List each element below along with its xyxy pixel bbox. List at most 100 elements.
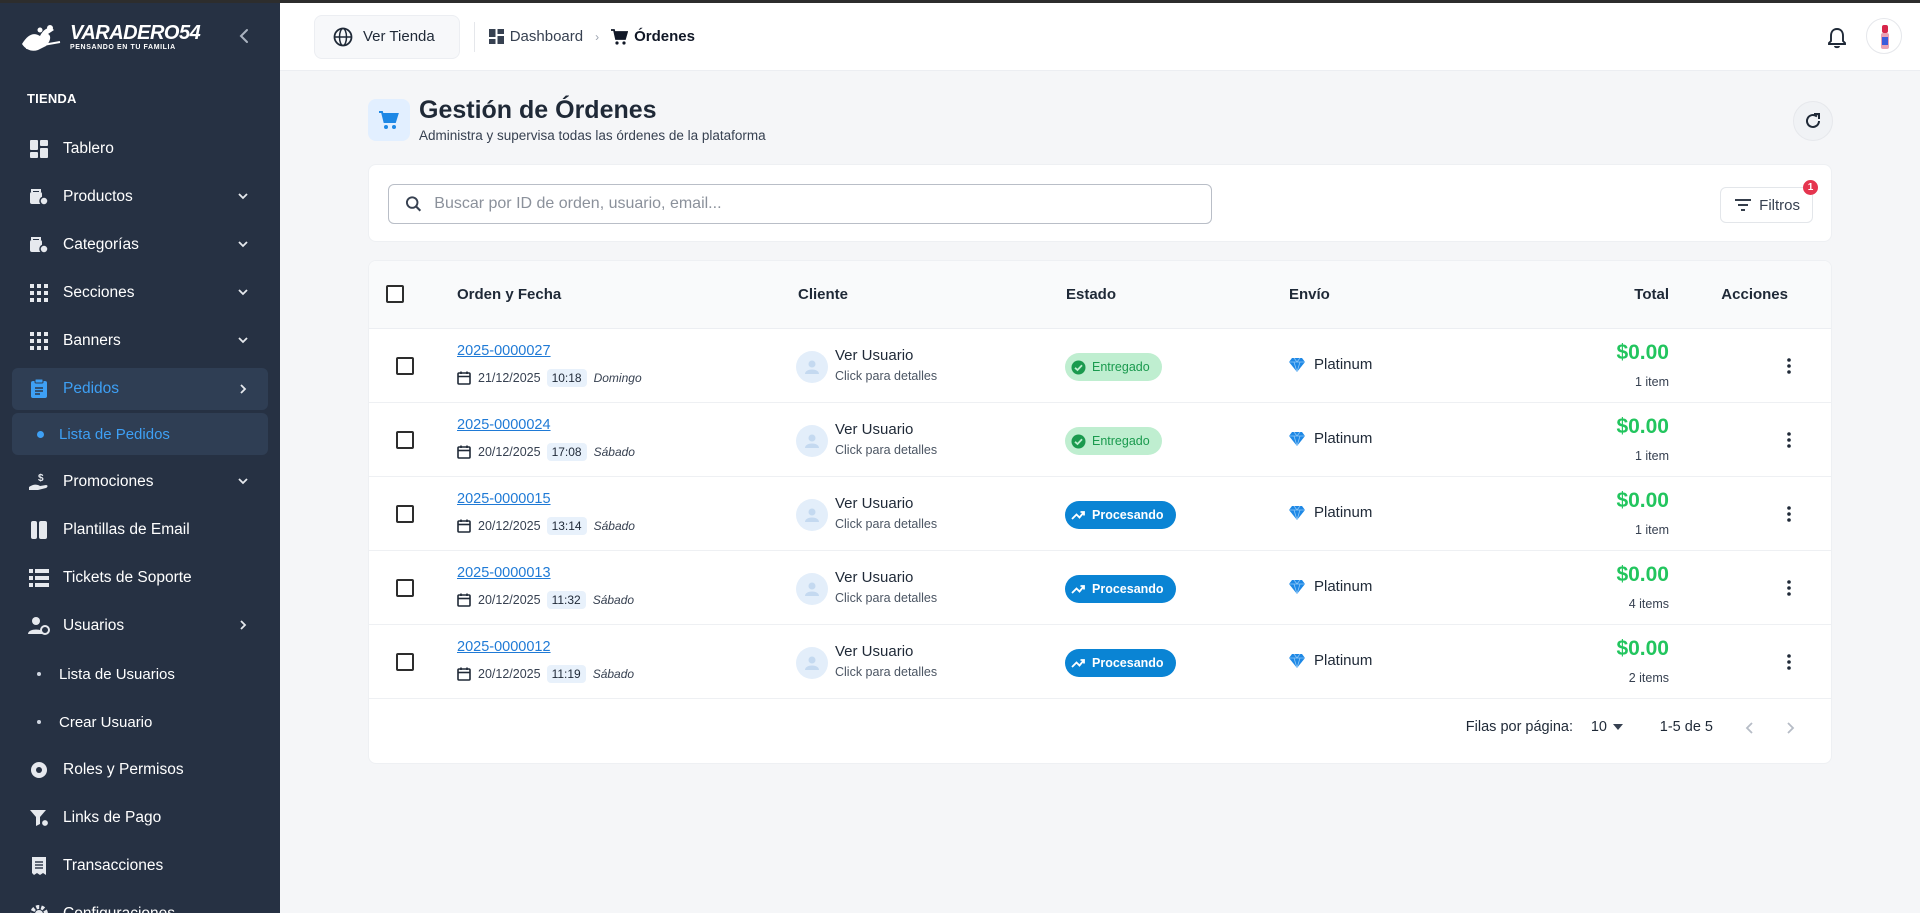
client-avatar xyxy=(796,647,828,679)
row-checkbox[interactable] xyxy=(396,505,414,523)
client-avatar xyxy=(796,573,828,605)
sidebar-item-tablero[interactable]: Tablero xyxy=(0,125,280,173)
trending-up-icon xyxy=(1071,658,1085,668)
order-total: $0.00 xyxy=(1616,341,1669,364)
cart-icon xyxy=(611,28,629,45)
column-header-envio[interactable]: Envío xyxy=(1289,286,1330,303)
order-items-count: 1 item xyxy=(1634,449,1669,463)
filters-button[interactable]: Filtros 1 xyxy=(1720,180,1818,223)
row-actions-button[interactable] xyxy=(1779,430,1799,450)
user-avatar[interactable] xyxy=(1866,18,1902,54)
sidebar-item-secciones[interactable]: Secciones xyxy=(0,269,280,317)
sidebar-item-roles-y-permisos[interactable]: Roles y Permisos xyxy=(0,746,280,794)
sidebar-item-pedidos[interactable]: Pedidos xyxy=(12,368,268,410)
status-badge: Procesando xyxy=(1065,575,1176,603)
order-items-count: 1 item xyxy=(1634,375,1669,389)
order-id-link[interactable]: 2025-0000015 xyxy=(457,491,551,507)
sidebar-item-plantillas-de-email[interactable]: Plantillas de Email xyxy=(0,506,280,554)
sidebar-item-label: Transacciones xyxy=(63,857,164,874)
row-actions-button[interactable] xyxy=(1779,356,1799,376)
row-actions-button[interactable] xyxy=(1779,652,1799,672)
select-all-checkbox[interactable] xyxy=(386,285,404,303)
bullet-icon xyxy=(37,430,44,438)
sidebar-item-label: Categorías xyxy=(63,236,139,253)
sidebar-item-transacciones[interactable]: Transacciones xyxy=(0,842,280,890)
breadcrumb-separator-icon: › xyxy=(595,29,600,44)
row-checkbox[interactable] xyxy=(396,653,414,671)
column-header-estado[interactable]: Estado xyxy=(1066,286,1116,303)
sidebar-item-categorias[interactable]: Categorías xyxy=(0,221,280,269)
order-id-link[interactable]: 2025-0000013 xyxy=(457,565,551,581)
order-items-count: 4 items xyxy=(1628,597,1669,611)
client-hint: Click para detalles xyxy=(835,443,938,457)
sidebar-item-links-de-pago[interactable]: Links de Pago xyxy=(0,794,280,842)
bullet-icon xyxy=(37,720,41,724)
grid-icon xyxy=(28,330,50,352)
sidebar-item-banners[interactable]: Banners xyxy=(0,317,280,365)
search-input[interactable] xyxy=(422,195,1211,213)
table-row[interactable]: 2025-0000024 20/12/2025 17:08 Sábado Ver… xyxy=(369,403,1831,477)
table-row[interactable]: 2025-0000013 20/12/2025 11:32 Sábado Ver… xyxy=(369,551,1831,625)
row-actions-button[interactable] xyxy=(1779,578,1799,598)
ver-tienda-button[interactable]: Ver Tienda xyxy=(314,14,460,59)
bell-icon[interactable] xyxy=(1826,27,1848,49)
sidebar-subitem-lista-de-pedidos[interactable]: Lista de Pedidos xyxy=(12,413,268,455)
client-name-link[interactable]: Ver Usuario xyxy=(835,495,913,512)
client-hint: Click para detalles xyxy=(835,517,938,531)
diamond-icon xyxy=(1289,505,1305,520)
list-icon xyxy=(28,567,50,589)
user-icon xyxy=(805,434,819,448)
table-row[interactable]: 2025-0000012 20/12/2025 11:19 Sábado Ver… xyxy=(369,625,1831,699)
chevron-right-icon xyxy=(240,384,247,394)
sidebar-item-productos[interactable]: Productos xyxy=(0,173,280,221)
sidebar-subitem-crear-usuario[interactable]: Crear Usuario xyxy=(0,698,280,746)
chevron-left-icon[interactable] xyxy=(236,27,254,45)
status-label: Entregado xyxy=(1092,434,1150,448)
status-badge: Entregado xyxy=(1065,427,1162,455)
client-hint: Click para detalles xyxy=(835,369,938,383)
client-hint: Click para detalles xyxy=(835,591,938,605)
client-name-link[interactable]: Ver Usuario xyxy=(835,347,913,364)
client-name-link[interactable]: Ver Usuario xyxy=(835,421,913,438)
chevron-right-icon xyxy=(240,620,247,630)
sidebar-item-configuraciones[interactable]: Configuraciones xyxy=(0,890,280,913)
order-date-text: 21/12/2025 xyxy=(478,371,541,385)
refresh-button[interactable] xyxy=(1793,101,1833,141)
column-header-cliente[interactable]: Cliente xyxy=(798,286,848,303)
sidebar-subitem-lista-de-usuarios[interactable]: Lista de Usuarios xyxy=(0,650,280,698)
table-row[interactable]: 2025-0000015 20/12/2025 13:14 Sábado Ver… xyxy=(369,477,1831,551)
shipping-cell: Platinum xyxy=(1289,578,1372,595)
products-icon xyxy=(28,186,50,208)
shipping-label: Platinum xyxy=(1314,504,1373,521)
sidebar-item-label: Roles y Permisos xyxy=(63,761,184,778)
table-row[interactable]: 2025-0000027 21/12/2025 10:18 Domingo Ve… xyxy=(369,329,1831,403)
sidebar-item-label: Tickets de Soporte xyxy=(63,569,192,586)
order-id-link[interactable]: 2025-0000027 xyxy=(457,343,551,359)
brand-logo[interactable]: VARADERO54 PENSANDO EN TU FAMILIA xyxy=(20,20,201,54)
row-checkbox[interactable] xyxy=(396,357,414,375)
chevron-left-icon[interactable] xyxy=(1741,719,1759,737)
row-actions-button[interactable] xyxy=(1779,504,1799,524)
sidebar-item-label: Configuraciones xyxy=(63,905,175,913)
sidebar-item-usuarios[interactable]: Usuarios xyxy=(0,602,280,650)
client-name-link[interactable]: Ver Usuario xyxy=(835,643,913,660)
sidebar-item-promociones[interactable]: $ Promociones xyxy=(0,458,280,506)
chevron-right-icon[interactable] xyxy=(1781,719,1799,737)
column-header-total[interactable]: Total xyxy=(1634,286,1669,303)
sidebar-item-label: Banners xyxy=(63,332,121,349)
sidebar-item-label: Secciones xyxy=(63,284,135,301)
breadcrumb-dashboard[interactable]: Dashboard xyxy=(488,28,583,45)
sidebar-item-label: Lista de Usuarios xyxy=(59,665,175,683)
column-header-orden[interactable]: Orden y Fecha xyxy=(457,286,561,303)
order-id-link[interactable]: 2025-0000012 xyxy=(457,639,551,655)
sidebar-item-tickets-de-soporte[interactable]: Tickets de Soporte xyxy=(0,554,280,602)
order-time-chip: 13:14 xyxy=(546,517,587,535)
client-name-link[interactable]: Ver Usuario xyxy=(835,569,913,586)
order-total: $0.00 xyxy=(1616,563,1669,586)
order-id-link[interactable]: 2025-0000024 xyxy=(457,417,551,433)
user-gear-icon xyxy=(28,615,50,637)
row-checkbox[interactable] xyxy=(396,431,414,449)
rows-per-page-select[interactable]: 10 xyxy=(1591,719,1623,735)
chevron-down-icon xyxy=(238,193,248,200)
row-checkbox[interactable] xyxy=(396,579,414,597)
